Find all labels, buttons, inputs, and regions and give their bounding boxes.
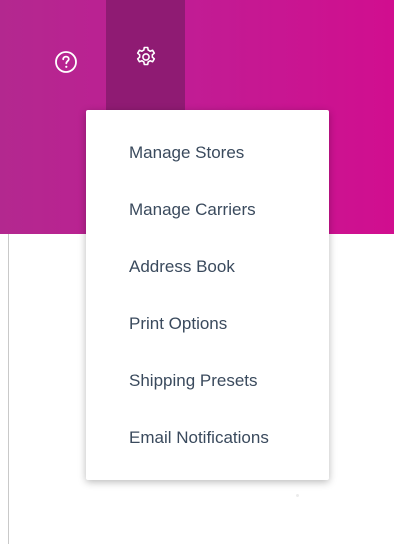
content-left-divider	[8, 234, 9, 544]
app-page: Manage Stores Manage Carriers Address Bo…	[0, 0, 394, 544]
background-speck	[296, 494, 299, 497]
settings-button[interactable]	[106, 0, 185, 110]
menu-item-manage-carriers[interactable]: Manage Carriers	[86, 190, 329, 230]
menu-item-shipping-presets[interactable]: Shipping Presets	[86, 361, 329, 401]
help-button[interactable]	[48, 44, 84, 80]
help-circle-icon	[55, 51, 77, 73]
menu-item-manage-stores[interactable]: Manage Stores	[86, 133, 329, 173]
menu-item-print-options[interactable]: Print Options	[86, 304, 329, 344]
menu-item-email-notifications[interactable]: Email Notifications	[86, 418, 329, 458]
gear-icon	[136, 46, 155, 66]
settings-dropdown-menu: Manage Stores Manage Carriers Address Bo…	[86, 110, 329, 480]
menu-item-address-book[interactable]: Address Book	[86, 247, 329, 287]
